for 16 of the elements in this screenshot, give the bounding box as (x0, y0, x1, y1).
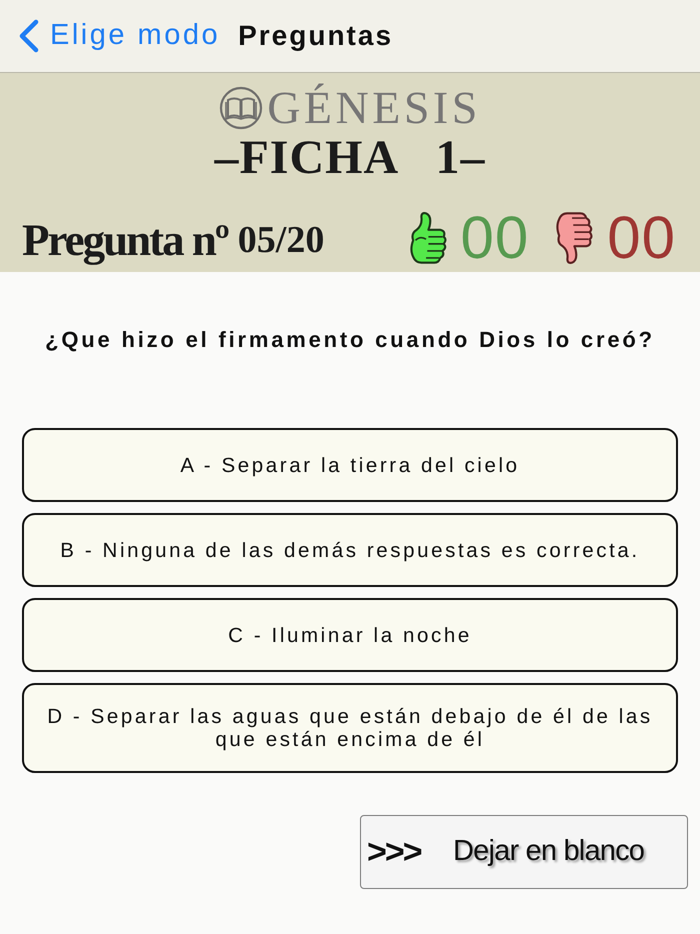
answer-option[interactable]: C - Iluminar la noche (22, 598, 678, 672)
book-title: GÉNESIS (267, 86, 481, 130)
question-label: Pregunta nº (22, 214, 228, 267)
question-text: ¿Que hizo el firmamento cuando Dios lo creó? (44, 326, 656, 354)
back-chevron-icon (18, 19, 40, 53)
correct-count: 00 (460, 208, 530, 268)
back-button[interactable]: Elige modo (18, 14, 220, 58)
skip-button[interactable]: >>> Dejar en blanco (360, 815, 688, 889)
question-counter: 05/20 (238, 218, 324, 263)
answer-option[interactable]: D - Separar las aguas que están debajo de él de las que están encima de él (22, 683, 678, 773)
answer-option[interactable]: A - Separar la tierra del cielo (22, 428, 678, 502)
book-icon (219, 86, 264, 130)
wrong-count: 00 (607, 208, 676, 268)
screen-title: Preguntas (238, 19, 394, 53)
answer-option[interactable]: B - Ninguna de las demás respuestas es correcta. (22, 513, 678, 587)
sheet-title: –FICHA 1– (214, 130, 486, 186)
